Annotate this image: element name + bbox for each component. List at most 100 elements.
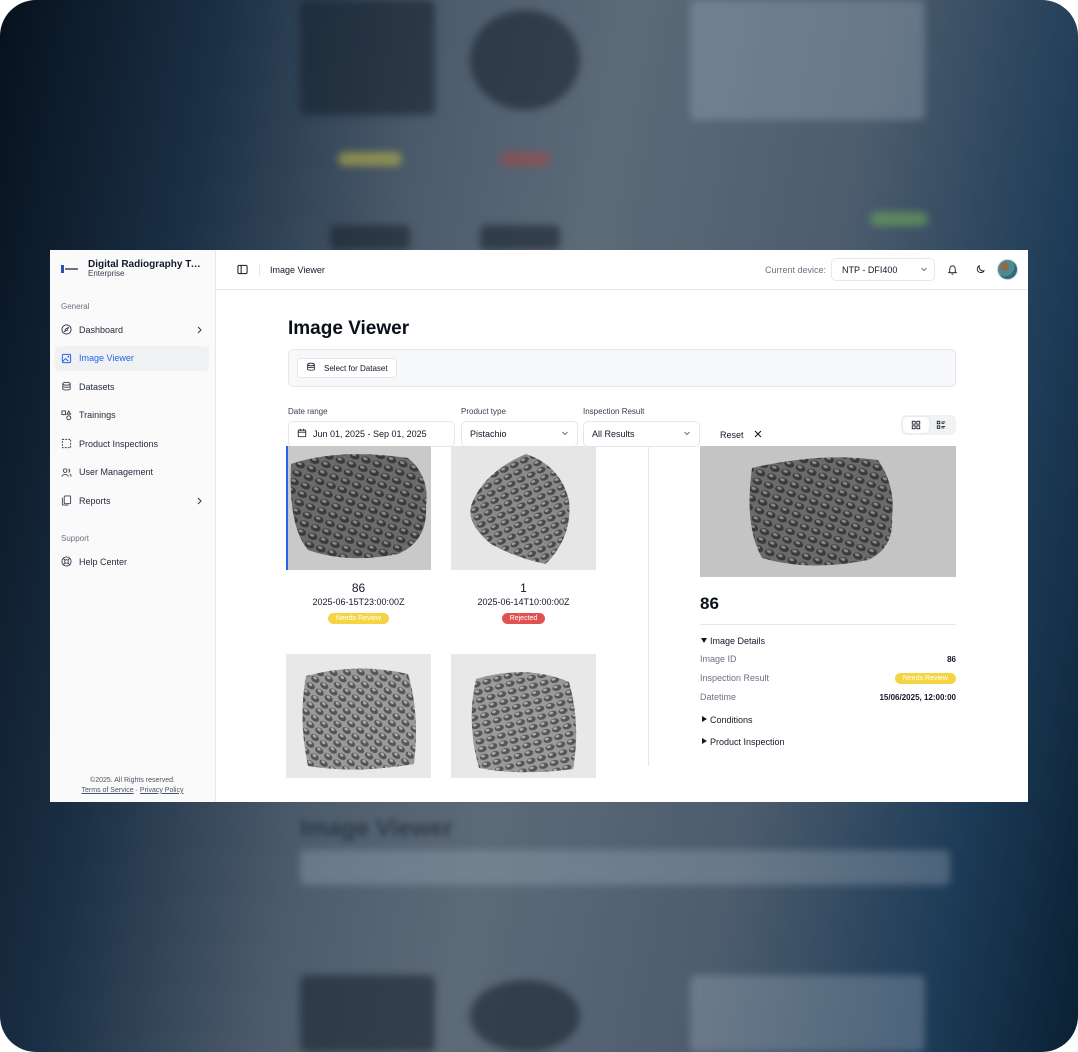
card-id: 86 — [351, 581, 366, 595]
sidebar: Digital Radiography Tech... Enterprise G… — [50, 250, 216, 802]
compass-icon — [61, 324, 72, 335]
xray-thumbnail — [286, 446, 431, 570]
status-badge: Rejected — [501, 613, 546, 624]
calendar-icon — [297, 428, 307, 440]
image-details-toggle[interactable]: Image Details — [700, 636, 956, 646]
breadcrumb: Image Viewer — [270, 264, 325, 275]
detail-panel: 86 Image Details Image ID 86 Inspection … — [700, 446, 956, 747]
device-select-value: NTP - DFI400 — [842, 264, 898, 275]
page-content: Image Viewer Select for Dataset Date ran… — [288, 290, 956, 451]
inspection-result-select[interactable]: All Results — [583, 421, 700, 447]
footer-separator: · — [135, 786, 138, 794]
card-date: 2025-06-14T10:00:00Z — [477, 597, 570, 607]
detail-key: Inspection Result — [700, 673, 770, 683]
date-range-picker[interactable]: Jun 01, 2025 - Sep 01, 2025 — [288, 421, 455, 447]
dark-mode-moon-icon[interactable] — [969, 259, 991, 281]
sidebar-toggle-icon[interactable] — [236, 263, 249, 276]
triangle-right-icon — [700, 715, 708, 725]
nav-group-support: Support — [61, 534, 90, 543]
selected-xray-image — [700, 446, 956, 577]
triangle-right-icon — [700, 737, 708, 747]
view-mode-toggle — [901, 415, 956, 435]
sidebar-item-label: Help Center — [79, 556, 128, 567]
product-inspection-toggle[interactable]: Product Inspection — [700, 737, 956, 747]
file-copy-icon — [61, 495, 72, 506]
product-inspection-label: Product Inspection — [710, 737, 785, 747]
detail-row-result: Inspection Result Needs Review — [700, 672, 956, 684]
sidebar-item-image-viewer[interactable]: Image Viewer — [55, 345, 209, 371]
sidebar-item-dashboard[interactable]: Dashboard — [55, 317, 209, 342]
ghost-panel — [690, 0, 925, 120]
date-range-label: Date range — [288, 407, 328, 416]
gallery-card[interactable] — [451, 654, 596, 778]
topbar-divider — [259, 263, 260, 276]
product-type-label: Product type — [461, 407, 506, 416]
conditions-label: Conditions — [710, 715, 753, 725]
xray-thumbnail — [451, 654, 596, 778]
status-badge: Needs Review — [894, 672, 956, 684]
detail-id: 86 — [700, 594, 719, 613]
detail-divider — [700, 624, 956, 625]
copyright-text: ©2025. All Rights reserved. — [90, 776, 175, 784]
chevron-right-icon — [195, 326, 203, 334]
inspection-result-filter: Inspection Result All Results — [583, 407, 700, 447]
gallery-card[interactable] — [286, 654, 431, 778]
product-type-filter: Product type Pistachio — [461, 407, 578, 447]
grid-view-icon[interactable] — [903, 417, 929, 433]
sidebar-item-datasets[interactable]: Datasets — [55, 374, 209, 399]
brand-logo-icon — [60, 259, 80, 279]
device-select[interactable]: NTP - DFI400 — [831, 258, 935, 281]
notification-bell-icon[interactable] — [941, 259, 963, 281]
ghost-thumb — [480, 225, 560, 250]
inspection-result-value: All Results — [592, 429, 635, 439]
scan-icon — [61, 438, 72, 449]
brand[interactable]: Digital Radiography Tech... Enterprise — [50, 250, 215, 288]
sidebar-footer: ©2025. All Rights reserved. Terms of Ser… — [50, 776, 215, 796]
select-dataset-button[interactable]: Select for Dataset — [297, 358, 397, 378]
sidebar-item-user-management[interactable]: User Management — [55, 460, 209, 485]
reset-button[interactable]: Reset — [720, 425, 762, 445]
card-date: 2025-06-15T23:00:00Z — [312, 597, 405, 607]
sidebar-item-label: Trainings — [79, 410, 116, 420]
user-avatar[interactable] — [997, 259, 1018, 280]
ghost-thumb — [300, 0, 435, 115]
database-icon — [61, 381, 72, 392]
ghost-badge — [338, 152, 402, 166]
product-type-select[interactable]: Pistachio — [461, 421, 578, 447]
shapes-icon — [61, 409, 72, 421]
image-icon — [61, 353, 72, 364]
sidebar-item-help-center[interactable]: Help Center — [55, 549, 209, 574]
gallery-card[interactable]: 86 2025-06-15T23:00:00Z Needs Review — [286, 446, 431, 625]
xray-thumbnail — [451, 446, 596, 570]
sidebar-item-trainings[interactable]: Trainings — [55, 403, 209, 428]
conditions-toggle[interactable]: Conditions — [700, 715, 956, 725]
detail-row-image-id: Image ID 86 — [700, 653, 956, 665]
detail-key: Datetime — [700, 692, 737, 702]
sidebar-item-reports[interactable]: Reports — [55, 488, 209, 513]
select-dataset-label: Select for Dataset — [324, 363, 388, 373]
main-area: Image Viewer Current device: NTP - DFI40… — [216, 250, 1028, 802]
xray-thumbnail — [286, 654, 431, 778]
brand-subtitle: Enterprise — [88, 269, 125, 279]
ghost-thumb — [300, 975, 435, 1052]
date-range-filter: Date range Jun 01, 2025 - Sep 01, 2025 — [288, 407, 455, 447]
ghost-badge — [500, 152, 550, 166]
image-details-label: Image Details — [710, 636, 766, 646]
sidebar-item-label: Image Viewer — [79, 353, 134, 363]
gallery-card[interactable]: 1 2025-06-14T10:00:00Z Rejected — [451, 446, 596, 625]
sidebar-item-product-inspections[interactable]: Product Inspections — [55, 431, 209, 456]
list-view-icon[interactable] — [929, 417, 955, 433]
ghost-thumb — [470, 10, 580, 110]
product-type-value: Pistachio — [470, 429, 507, 439]
filters-row: Date range Jun 01, 2025 - Sep 01, 2025 P… — [288, 407, 956, 451]
detail-row-datetime: Datetime 15/06/2025, 12:00:00 — [700, 691, 956, 703]
privacy-link[interactable]: Privacy Policy — [140, 787, 184, 794]
sidebar-item-label: User Management — [79, 467, 154, 477]
terms-link[interactable]: Terms of Service — [82, 787, 134, 794]
reset-label: Reset — [720, 430, 744, 440]
chevron-right-icon — [195, 497, 203, 505]
detail-value: 86 — [947, 654, 956, 664]
ghost-thumb — [330, 225, 410, 250]
topbar: Image Viewer Current device: NTP - DFI40… — [216, 250, 1028, 290]
image-gallery: 86 2025-06-15T23:00:00Z Needs Review 1 2… — [286, 446, 626, 778]
